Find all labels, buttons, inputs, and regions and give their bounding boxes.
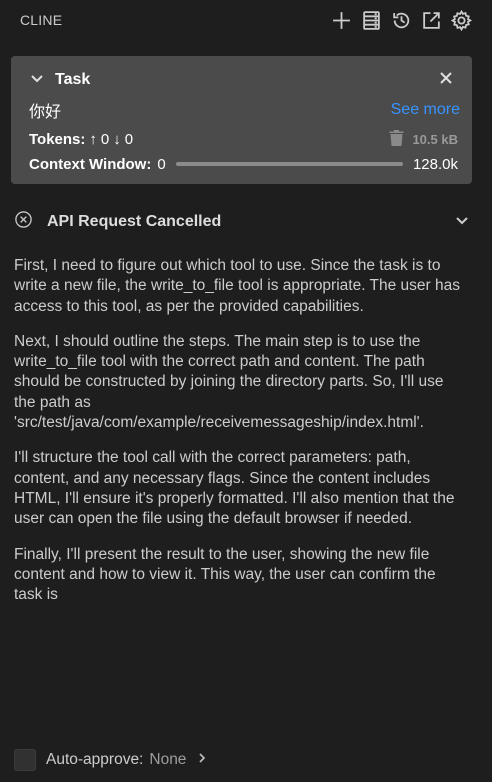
auto-approve-bar: Auto-approve: None (14, 748, 208, 772)
message-paragraph: First, I need to figure out which tool t… (14, 257, 461, 315)
task-label: Task (55, 71, 91, 88)
context-progress-bar (175, 162, 403, 166)
message-paragraph: Next, I should outline the steps. The ma… (14, 332, 444, 432)
context-window-label: Context Window: (29, 155, 152, 173)
arrow-down-icon: ↓ (113, 130, 121, 148)
plus-icon[interactable] (331, 10, 352, 31)
arrow-up-icon: ↑ (89, 130, 97, 148)
context-max-value: 128.0k (412, 155, 458, 173)
tokens-row: Tokens: ↑ 0 ↓ 0 10.5 kB (29, 128, 458, 150)
tokens-up-value: 0 (100, 130, 110, 148)
history-icon[interactable] (391, 10, 412, 31)
size-value: 10.5 kB (412, 131, 458, 147)
task-card: Task 你好 See more Tokens: ↑ 0 ↓ 0 10.5 kB… (11, 56, 472, 184)
assistant-message: First, I need to figure out which tool t… (14, 256, 466, 620)
see-more-link[interactable]: See more (391, 101, 460, 119)
gear-icon[interactable] (451, 9, 472, 31)
auto-approve-value[interactable]: None (149, 751, 186, 769)
task-toggle[interactable]: Task (29, 70, 90, 91)
tokens-label: Tokens: (29, 130, 86, 148)
cancelled-circle-icon (14, 210, 33, 234)
task-text: 你好 (29, 104, 62, 121)
top-bar: CLINE (0, 0, 492, 40)
task-size: 10.5 kB (389, 129, 458, 149)
popout-icon[interactable] (421, 10, 442, 31)
chevron-down-icon (29, 70, 45, 91)
tokens-info: Tokens: ↑ 0 ↓ 0 (29, 131, 133, 148)
tokens-down-value: 0 (124, 130, 134, 148)
context-used-value: 0 (157, 155, 166, 173)
app-title: CLINE (20, 12, 63, 28)
trash-icon[interactable] (389, 129, 404, 149)
auto-approve-checkbox[interactable] (14, 749, 36, 771)
task-text-row: 你好 See more (29, 99, 460, 121)
api-request-title: API Request Cancelled (47, 213, 222, 230)
context-window-row: Context Window: 0 128.0k (29, 153, 458, 175)
chevron-right-icon[interactable] (196, 751, 208, 769)
task-header: Task (29, 68, 454, 92)
message-paragraph: I'll structure the tool call with the co… (14, 449, 455, 528)
api-request-row[interactable]: API Request Cancelled (14, 208, 470, 236)
api-request-header: API Request Cancelled (14, 210, 221, 234)
server-icon[interactable] (361, 10, 382, 31)
chevron-down-icon[interactable] (454, 212, 470, 233)
close-icon[interactable] (438, 70, 454, 91)
auto-approve-label[interactable]: Auto-approve: (46, 751, 143, 769)
message-paragraph: Finally, I'll present the result to the … (14, 545, 436, 604)
header-actions (331, 9, 472, 31)
